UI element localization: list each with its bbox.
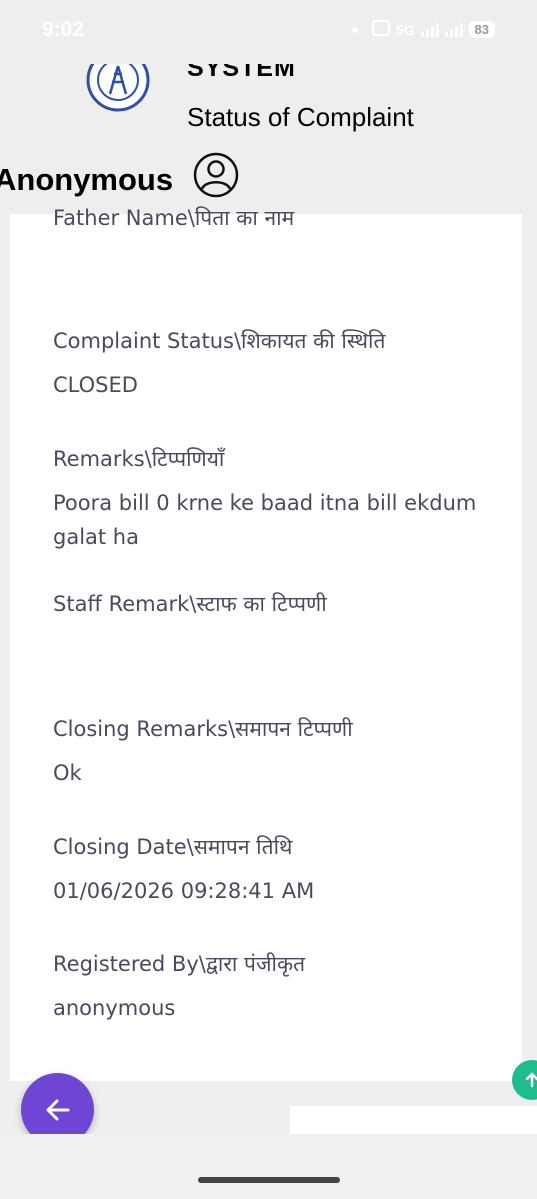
home-gesture-handle[interactable] [198, 1177, 340, 1183]
closing-date-label: Closing Date\समापन तिथि [53, 835, 293, 859]
status-time: 9:02 [42, 18, 85, 41]
sim-icon [371, 20, 390, 39]
signal-icon [444, 22, 463, 37]
bottom-panel [290, 1106, 537, 1134]
user-name: Anonymous [0, 162, 174, 197]
user-profile-icon[interactable] [193, 152, 239, 198]
closing-remarks-label: Closing Remarks\समापन टिप्पणी [53, 717, 353, 741]
complaint-details-card: Father Name\पिता का नाम Complaint Status… [10, 206, 522, 1081]
status-icons: 5G 83 [351, 20, 495, 39]
registered-by-label: Registered By\द्वारा पंजीकृत [53, 952, 306, 976]
closing-date-value: 01/06/2026 09:28:41 AM [53, 879, 315, 903]
organization-logo [86, 64, 150, 112]
battery-level: 83 [468, 21, 495, 38]
arrow-left-icon [46, 1099, 69, 1120]
complaint-status-value: CLOSED [53, 373, 138, 397]
notification-dot-icon [351, 26, 358, 33]
closing-remarks-value: Ok [53, 761, 82, 785]
system-title: SYSTEM [187, 64, 296, 82]
network-type: 5G [395, 21, 415, 38]
arrow-up-icon [525, 1072, 537, 1088]
status-bar: 9:02 5G 83 [0, 0, 537, 64]
page-title: Status of Complaint [187, 102, 414, 132]
app-header: SYSTEM Status of Complaint Anonymous [0, 64, 537, 214]
staff-remark-label: Staff Remark\स्टाफ का टिप्पणी [53, 592, 327, 616]
father-name-label: Father Name\पिता का नाम [53, 206, 295, 230]
remarks-value: Poora bill 0 krne ke baad itna bill ekdu… [53, 491, 477, 549]
complaint-status-label: Complaint Status\शिकायत की स्थिति [53, 329, 386, 353]
signal-icon [420, 22, 439, 37]
registered-by-value: anonymous [53, 996, 176, 1020]
system-nav-bar [0, 1134, 537, 1199]
remarks-label: Remarks\टिप्पणियाँ [53, 447, 225, 471]
